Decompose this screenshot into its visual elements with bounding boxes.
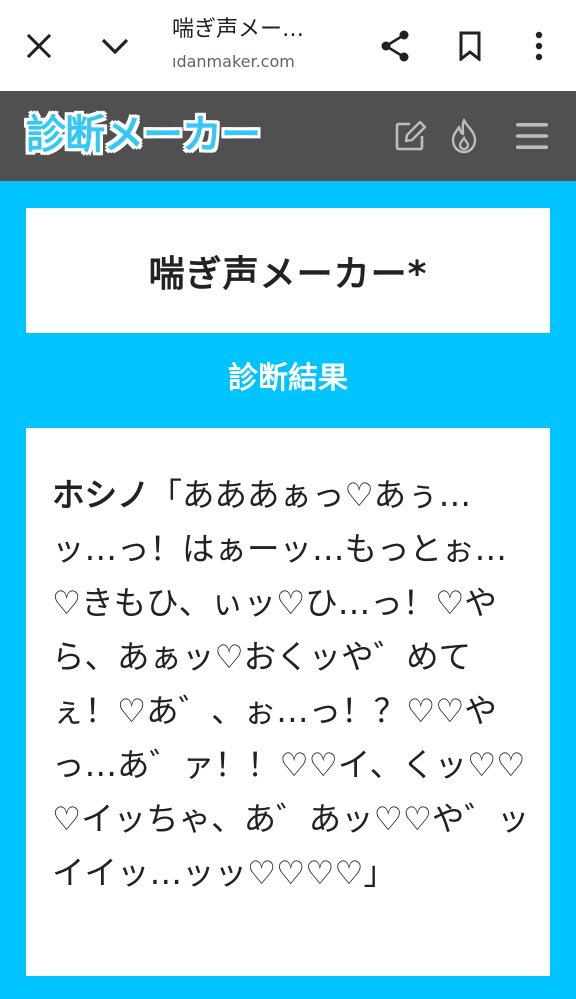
browser-toolbar: 喘ぎ声メー… ıdanmaker.com — [0, 0, 576, 91]
close-icon[interactable] — [12, 0, 66, 91]
site-header: 診断メーカー — [0, 91, 576, 181]
fire-icon[interactable] — [442, 91, 486, 181]
result-text-block: ホシノ「あああぁっ♡あぅ…ッ…っ！はぁーッ…もっとぉ…♡きもひ、ぃッ♡ひ…っ！♡… — [52, 468, 532, 900]
result-name: ホシノ — [52, 476, 150, 514]
section-heading: 診断結果 — [228, 361, 348, 396]
bookmark-icon[interactable] — [443, 0, 497, 91]
address-bar[interactable]: 喘ぎ声メー… ıdanmaker.com — [172, 14, 358, 74]
hamburger-menu-icon[interactable] — [508, 91, 556, 181]
tab-title: 喘ぎ声メー… — [172, 17, 305, 42]
url-text: ıdanmaker.com — [172, 52, 295, 71]
result-card: ホシノ「あああぁっ♡あぅ…ッ…っ！はぁーッ…もっとぉ…♡きもひ、ぃッ♡ひ…っ！♡… — [26, 428, 550, 976]
edit-icon[interactable] — [388, 91, 432, 181]
result-body: 「あああぁっ♡あぅ…ッ…っ！はぁーッ…もっとぉ…♡きもひ、ぃッ♡ひ…っ！♡やら、… — [52, 476, 530, 892]
more-vert-icon[interactable] — [514, 0, 564, 91]
page-title: 喘ぎ声メーカー* — [148, 253, 428, 295]
site-logo[interactable]: 診断メーカー — [26, 107, 261, 163]
share-icon[interactable] — [368, 0, 422, 91]
title-card: 喘ぎ声メーカー* — [26, 208, 550, 333]
chevron-down-icon[interactable] — [88, 0, 142, 91]
